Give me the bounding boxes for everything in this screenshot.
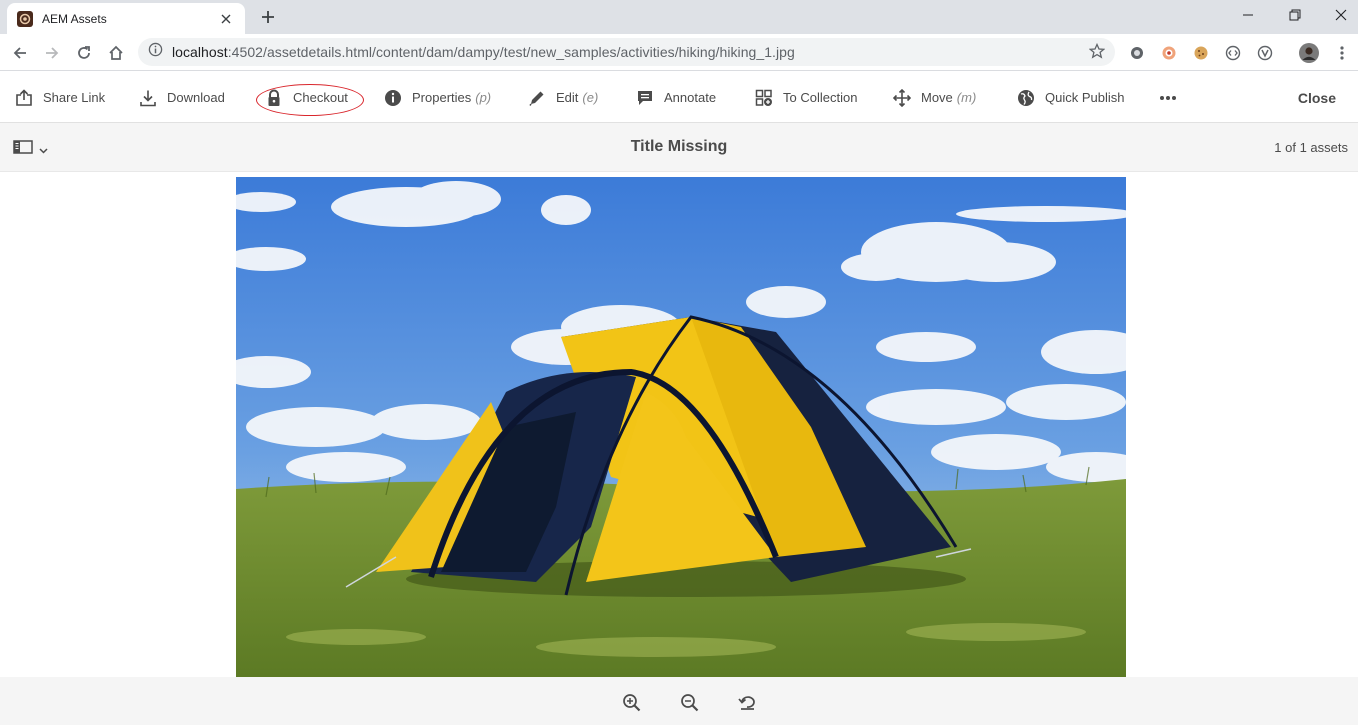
asset-viewer	[0, 172, 1358, 677]
address-bar[interactable]: localhost:4502/assetdetails.html/content…	[138, 38, 1115, 66]
download-button[interactable]: Download	[138, 72, 225, 123]
extension-icon[interactable]	[1127, 43, 1147, 63]
browser-menu-icon[interactable]	[1332, 43, 1352, 63]
move-label: Move	[921, 90, 953, 105]
more-actions-button[interactable]	[1158, 72, 1187, 123]
back-icon[interactable]	[9, 42, 31, 64]
close-button[interactable]: Close	[1298, 72, 1336, 123]
minimize-icon[interactable]	[1236, 5, 1260, 25]
home-icon[interactable]	[105, 42, 127, 64]
tab-title: AEM Assets	[42, 11, 107, 26]
download-label: Download	[167, 90, 225, 105]
code-extension-icon[interactable]	[1223, 43, 1243, 63]
cookie-icon[interactable]	[1191, 43, 1211, 63]
zoom-in-icon[interactable]	[621, 692, 641, 712]
url-path: :4502/assetdetails.html/content/dam/damp…	[227, 44, 795, 60]
browser-tabstrip: AEM Assets	[0, 0, 1358, 34]
quick-publish-label: Quick Publish	[1045, 90, 1125, 105]
download-icon	[138, 88, 158, 108]
lock-icon	[264, 88, 284, 108]
properties-button[interactable]: Properties (p)	[383, 72, 491, 123]
restore-icon[interactable]	[1283, 5, 1307, 25]
extension-icon[interactable]	[1159, 43, 1179, 63]
properties-shortcut: (p)	[475, 90, 492, 105]
profile-avatar-icon[interactable]	[1299, 43, 1319, 63]
annotate-button[interactable]: Annotate	[635, 72, 716, 123]
annotate-label: Annotate	[664, 90, 717, 105]
reset-zoom-icon[interactable]	[737, 692, 757, 712]
tab-close-icon[interactable]	[217, 10, 235, 28]
move-shortcut: (m)	[956, 90, 977, 105]
checkout-label: Checkout	[293, 90, 348, 105]
url-host: localhost	[172, 44, 228, 60]
info-icon	[383, 88, 403, 108]
asset-action-bar: Share Link Download Checkout Properties …	[0, 72, 1358, 123]
vue-devtools-icon[interactable]	[1255, 43, 1275, 63]
comment-icon	[635, 88, 655, 108]
to-collection-label: To Collection	[783, 90, 858, 105]
browser-toolbar: localhost:4502/assetdetails.html/content…	[0, 34, 1358, 71]
site-info-icon[interactable]	[148, 42, 163, 62]
globe-icon	[1016, 88, 1036, 108]
reload-icon[interactable]	[73, 42, 95, 64]
to-collection-button[interactable]: To Collection	[754, 72, 857, 123]
share-icon	[14, 88, 34, 108]
share-link-label: Share Link	[43, 90, 106, 105]
window-close-icon[interactable]	[1329, 5, 1353, 25]
page-title: Title Missing	[630, 138, 728, 155]
quick-publish-button[interactable]: Quick Publish	[1016, 72, 1124, 123]
edit-label: Edit	[556, 90, 579, 105]
url-text: localhost:4502/assetdetails.html/content…	[172, 44, 795, 60]
new-tab-icon[interactable]	[258, 7, 278, 27]
browser-tab[interactable]: AEM Assets	[7, 3, 245, 34]
asset-count: 1 of 1 assets	[1274, 140, 1348, 155]
checkout-button[interactable]: Checkout	[264, 72, 348, 123]
zoom-controls-bar	[0, 677, 1358, 725]
more-icon	[1158, 88, 1178, 108]
add-to-collection-icon	[754, 88, 774, 108]
pencil-icon	[527, 88, 547, 108]
zoom-out-icon[interactable]	[679, 692, 699, 712]
properties-label: Properties	[412, 90, 472, 105]
move-button[interactable]: Move (m)	[892, 72, 976, 123]
bookmark-star-icon[interactable]	[1088, 42, 1106, 64]
asset-image[interactable]	[236, 177, 1126, 677]
asset-title-bar: Title Missing 1 of 1 assets	[0, 123, 1358, 172]
move-icon	[892, 88, 912, 108]
edit-shortcut: (e)	[582, 90, 599, 105]
share-link-button[interactable]: Share Link	[14, 72, 105, 123]
edit-button[interactable]: Edit (e)	[527, 72, 598, 123]
forward-icon[interactable]	[41, 42, 63, 64]
aem-logo-icon	[17, 10, 33, 27]
